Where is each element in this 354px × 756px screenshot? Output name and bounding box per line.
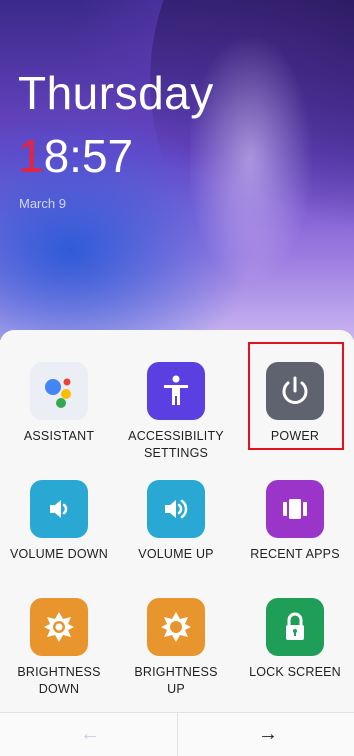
accessibility-settings-button[interactable]: ACCESSIBILITY SETTINGS (117, 362, 235, 462)
nav-divider (177, 713, 178, 756)
lockscreen-date: March 9 (19, 196, 66, 211)
volume-down-button[interactable]: VOLUME DOWN (0, 480, 118, 563)
volume-up-label: VOLUME UP (138, 547, 214, 561)
assistant-button[interactable]: ASSISTANT (0, 362, 118, 445)
lock-screen-button[interactable]: LOCK SCREEN (236, 598, 354, 681)
brightness-up-icon (147, 598, 205, 656)
time-rest: 8:57 (43, 130, 134, 182)
menu-page-navigation: ← → (0, 712, 354, 756)
next-page-button[interactable]: → (258, 723, 278, 746)
lockscreen-wallpaper: Thursday 18:57 March 9 (0, 0, 354, 340)
previous-page-button[interactable]: ← (80, 723, 100, 746)
brightness-down-label: BRIGHTNESS DOWN (17, 665, 101, 696)
recent-apps-button[interactable]: RECENT APPS (236, 480, 354, 563)
accessibility-settings-label: ACCESSIBILITY SETTINGS (128, 429, 224, 460)
brightness-down-button[interactable]: BRIGHTNESS DOWN (0, 598, 118, 698)
time-first-digit: 1 (18, 130, 44, 182)
wallpaper-glow (190, 0, 354, 340)
volume-up-icon (147, 480, 205, 538)
lockscreen-day: Thursday (18, 67, 214, 119)
google-assistant-icon (30, 362, 88, 420)
brightness-down-icon (30, 598, 88, 656)
lockscreen-time: 18:57 (18, 133, 133, 179)
assistant-label: ASSISTANT (23, 429, 95, 443)
lock-icon (266, 598, 324, 656)
volume-down-icon (30, 480, 88, 538)
recent-apps-label: RECENT APPS (250, 547, 340, 561)
volume-down-label: VOLUME DOWN (9, 547, 109, 561)
brightness-up-label: BRIGHTNESS UP (134, 665, 218, 696)
power-highlight-box (248, 342, 344, 450)
recent-apps-icon (266, 480, 324, 538)
brightness-up-button[interactable]: BRIGHTNESS UP (117, 598, 235, 698)
accessibility-person-icon (147, 362, 205, 420)
lock-screen-label: LOCK SCREEN (249, 665, 341, 679)
volume-up-button[interactable]: VOLUME UP (117, 480, 235, 563)
